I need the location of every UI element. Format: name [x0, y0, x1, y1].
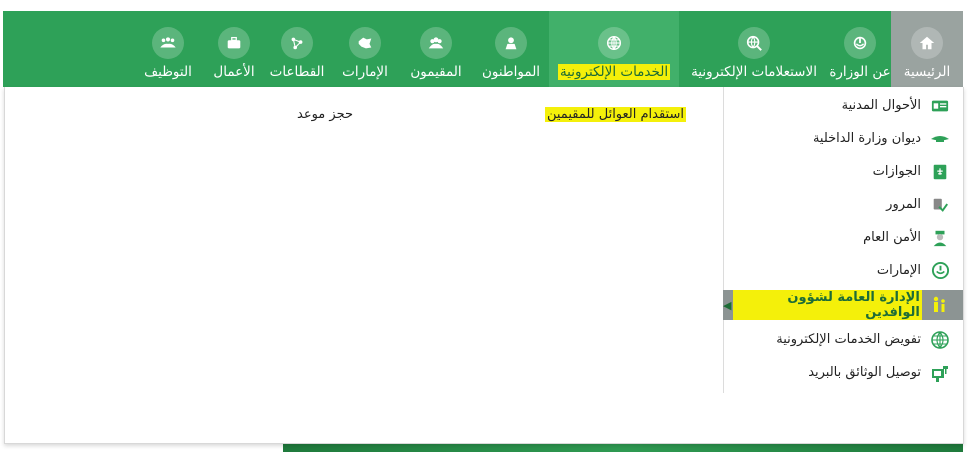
- nav-e-services[interactable]: الخدمات الإلكترونية: [549, 11, 679, 87]
- side-item-label: الأمن العام: [863, 230, 921, 245]
- side-item-label: تفويض الخدمات الإلكترونية: [776, 332, 921, 347]
- home-icon: [911, 27, 943, 59]
- side-item-passports[interactable]: الجوازات: [723, 155, 963, 188]
- nav-label: الخدمات الإلكترونية: [557, 64, 671, 80]
- nav-sectors[interactable]: القطاعات: [263, 11, 331, 87]
- residents-icon: [420, 27, 452, 59]
- nav-citizens[interactable]: المواطنون: [473, 11, 549, 87]
- side-item-public-security[interactable]: الأمن العام: [723, 221, 963, 254]
- regions-icon: [349, 27, 381, 59]
- nav-label: الأعمال: [213, 64, 255, 80]
- nav-label: المواطنون: [481, 64, 541, 80]
- main-navbar: الرئيسية عن الوزارة الاستعلامات الإلكترو…: [3, 11, 963, 87]
- globe-icon: [929, 329, 951, 351]
- nav-business[interactable]: الأعمال: [205, 11, 263, 87]
- emblem-icon: [929, 128, 951, 150]
- police-icon: [929, 227, 951, 249]
- side-item-label: المرور: [886, 197, 921, 212]
- side-item-label: توصيل الوثائق بالبريد: [808, 365, 921, 380]
- traffic-icon: [929, 194, 951, 216]
- nav-label: القطاعات: [269, 64, 325, 80]
- ministry-emblem-icon: [844, 27, 876, 59]
- side-item-label: الإمارات: [876, 263, 921, 278]
- side-item-label: الأحوال المدنية: [841, 98, 921, 113]
- globe-icon: [598, 27, 630, 59]
- side-item-label: الجوازات: [872, 164, 921, 179]
- mailbox-icon: [929, 362, 951, 384]
- nav-label: عن الوزارة: [829, 64, 891, 80]
- side-item-document-delivery[interactable]: توصيل الوثائق بالبريد: [723, 356, 963, 389]
- id-card-icon: [929, 95, 951, 117]
- nav-label: الرئيسية: [903, 64, 951, 80]
- side-item-civil-affairs[interactable]: الأحوال المدنية: [723, 89, 963, 122]
- side-item-traffic[interactable]: المرور: [723, 188, 963, 221]
- employment-icon: [152, 27, 184, 59]
- globe-search-icon: [738, 27, 770, 59]
- side-item-label: الإدارة العامة لشؤون الوافدين: [733, 290, 922, 320]
- link-appointment-booking[interactable]: حجز موعد: [297, 107, 353, 122]
- nav-home[interactable]: الرئيسية: [891, 11, 963, 87]
- side-item-eservices-delegation[interactable]: تفويض الخدمات الإلكترونية: [723, 323, 963, 356]
- nav-residents[interactable]: المقيمون: [399, 11, 473, 87]
- regions-emblem-icon: [929, 260, 951, 282]
- side-item-expatriates[interactable]: الإدارة العامة لشؤون الوافدين ◀: [723, 290, 963, 320]
- side-item-regions[interactable]: الإمارات: [723, 254, 963, 287]
- nav-about-ministry[interactable]: عن الوزارة: [829, 11, 891, 87]
- link-family-visit[interactable]: استقدام العوائل للمقيمين: [544, 107, 686, 122]
- caret-left-icon: ◀: [723, 298, 732, 312]
- passport-icon: [929, 161, 951, 183]
- side-item-label: ديوان وزارة الداخلية: [812, 131, 921, 146]
- nav-regions[interactable]: الإمارات: [331, 11, 399, 87]
- nav-employment[interactable]: التوظيف: [131, 11, 205, 87]
- expatriates-icon: [930, 294, 951, 316]
- briefcase-icon: [218, 27, 250, 59]
- nav-label: المقيمون: [410, 64, 462, 80]
- nav-label: الإمارات: [342, 64, 388, 80]
- side-item-ministry-office[interactable]: ديوان وزارة الداخلية: [723, 122, 963, 155]
- sectors-icon: [281, 27, 313, 59]
- nav-inquiries[interactable]: الاستعلامات الإلكترونية: [679, 11, 829, 87]
- nav-label: التوظيف: [144, 64, 192, 80]
- e-services-dropdown: الأحوال المدنية ديوان وزارة الداخلية الج…: [4, 87, 964, 444]
- citizen-icon: [495, 27, 527, 59]
- nav-label: الاستعلامات الإلكترونية: [691, 64, 817, 80]
- side-menu: الأحوال المدنية ديوان وزارة الداخلية الج…: [723, 87, 963, 389]
